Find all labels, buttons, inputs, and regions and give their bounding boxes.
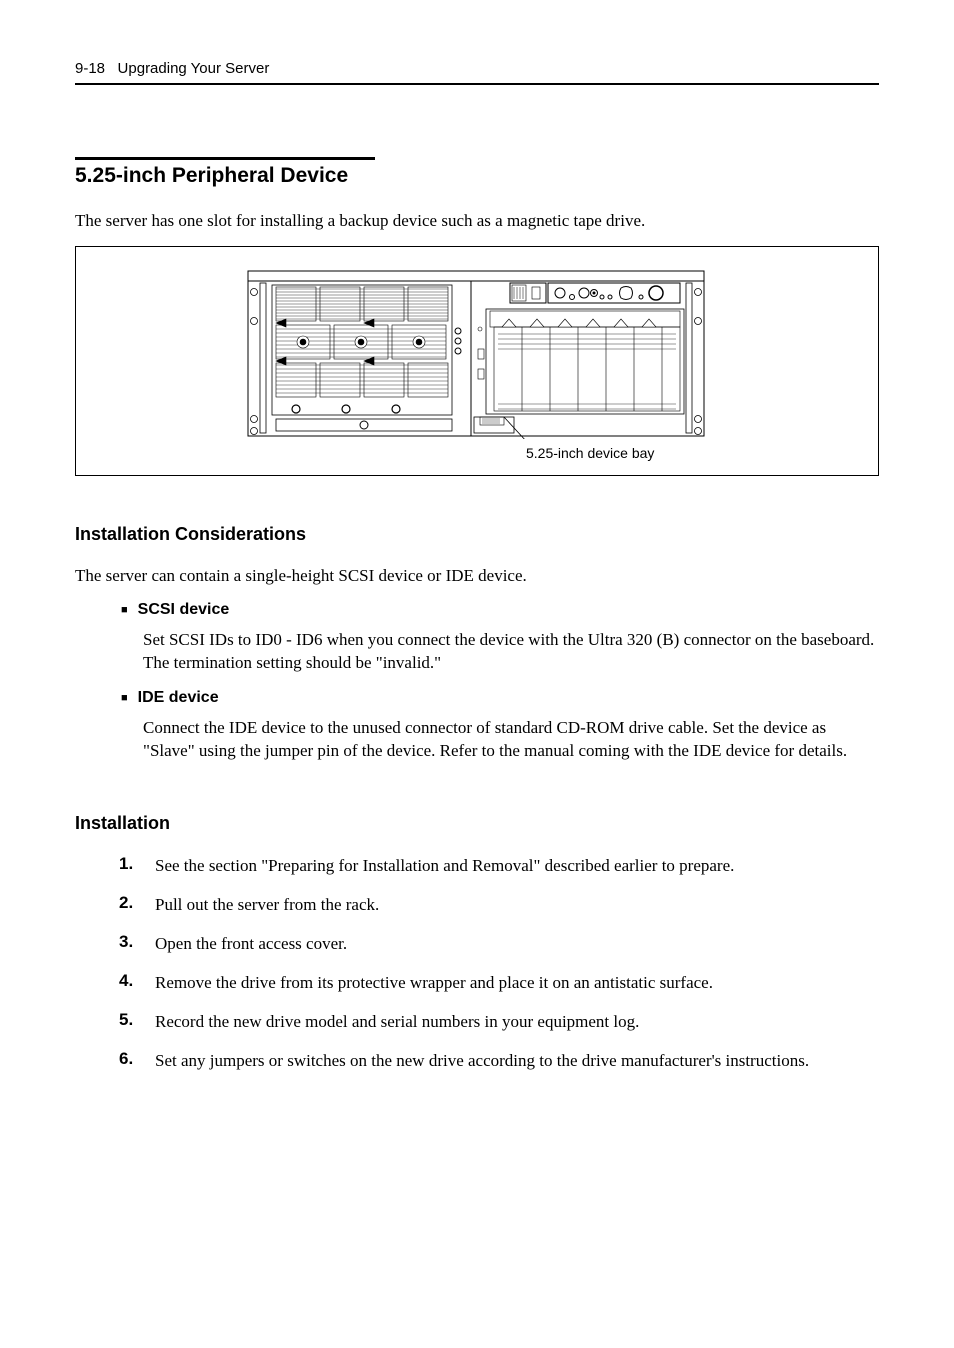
figure-caption: 5.25-inch device bay (526, 445, 654, 461)
bullet-ide-text: Connect the IDE device to the unused con… (143, 717, 879, 763)
step-6: 6. Set any jumpers or switches on the ne… (119, 1049, 879, 1073)
section-title: 5.25-inch Peripheral Device (75, 157, 375, 188)
page-header: 9-18 Upgrading Your Server (75, 60, 879, 85)
step-text: Set any jumpers or switches on the new d… (155, 1049, 809, 1073)
step-text: Remove the drive from its protective wra… (155, 971, 713, 995)
step-num: 5. (119, 1010, 155, 1030)
step-num: 4. (119, 971, 155, 991)
step-num: 2. (119, 893, 155, 913)
server-diagram (246, 259, 706, 439)
bullet-scsi: SCSI device Set SCSI IDs to ID0 - ID6 wh… (143, 601, 879, 675)
bullet-ide: IDE device Connect the IDE device to the… (143, 689, 879, 763)
step-text: Pull out the server from the rack. (155, 893, 379, 917)
step-num: 3. (119, 932, 155, 952)
server-figure: 5.25-inch device bay (75, 246, 879, 476)
bullet-scsi-text: Set SCSI IDs to ID0 - ID6 when you conne… (143, 629, 879, 675)
step-5: 5. Record the new drive model and serial… (119, 1010, 879, 1034)
section-intro: The server has one slot for installing a… (75, 210, 879, 232)
considerations-intro: The server can contain a single-height S… (75, 565, 879, 587)
step-num: 1. (119, 854, 155, 874)
page-number: 9-18 (75, 60, 105, 77)
installation-steps: 1. See the section "Preparing for Instal… (119, 854, 879, 1073)
step-text: Open the front access cover. (155, 932, 347, 956)
bullet-ide-label: IDE device (143, 689, 879, 707)
step-num: 6. (119, 1049, 155, 1069)
step-1: 1. See the section "Preparing for Instal… (119, 854, 879, 878)
step-4: 4. Remove the drive from its protective … (119, 971, 879, 995)
installation-title: Installation (75, 813, 879, 834)
considerations-title: Installation Considerations (75, 524, 879, 545)
step-text: See the section "Preparing for Installat… (155, 854, 734, 878)
chapter-title: Upgrading Your Server (118, 60, 270, 77)
bullet-scsi-label: SCSI device (143, 601, 879, 619)
step-2: 2. Pull out the server from the rack. (119, 893, 879, 917)
step-text: Record the new drive model and serial nu… (155, 1010, 639, 1034)
step-3: 3. Open the front access cover. (119, 932, 879, 956)
